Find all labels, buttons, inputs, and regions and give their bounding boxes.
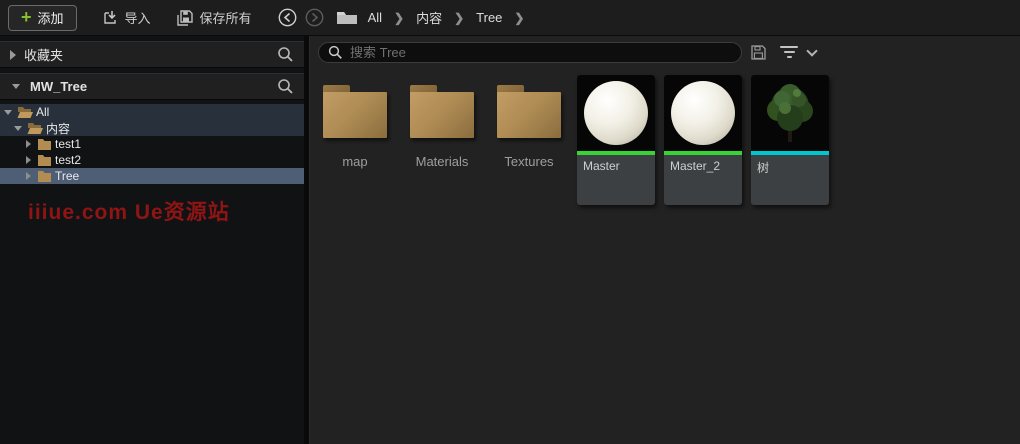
import-label: 导入 [124, 11, 151, 26]
folder-icon [37, 154, 52, 166]
tree-item-label: test2 [55, 153, 82, 167]
forward-button[interactable] [305, 8, 324, 27]
breadcrumb-item-all[interactable]: All [368, 10, 382, 25]
history-nav [278, 8, 358, 27]
folder-name: map [342, 154, 368, 169]
folder-icon [37, 170, 52, 182]
tree-item-label: Tree [55, 169, 80, 183]
folder-name: Textures [504, 154, 554, 169]
save-all-icon [176, 9, 193, 26]
material-sphere-preview [584, 81, 648, 145]
tree-preview [767, 84, 813, 142]
breadcrumb-chevron-icon: ❯ [394, 10, 405, 25]
chevron-down-icon [4, 109, 12, 115]
chevron-right-icon [10, 49, 16, 60]
asset-item-master[interactable]: Master [577, 75, 655, 205]
filter-icon[interactable] [780, 46, 798, 58]
asset-item-tree-mesh[interactable]: 树 [751, 75, 829, 205]
folder-item-textures[interactable]: Textures [490, 75, 568, 169]
chevron-down-icon [14, 125, 22, 131]
mesh-thumbnail [751, 75, 829, 151]
asset-name: 树 [757, 161, 770, 175]
open-folder-icon [17, 106, 33, 119]
material-thumbnail [577, 75, 655, 151]
collection-label: MW_Tree [30, 79, 88, 94]
breadcrumb: All ❯ 内容 ❯ Tree ❯ [368, 8, 525, 27]
import-button[interactable]: 导入 [103, 8, 151, 27]
search-icon[interactable] [277, 46, 294, 63]
chevron-down-icon[interactable] [806, 44, 818, 57]
sidebar: 收藏夹 MW_Tree All 内容 test1 test2 Tree iiiu… [0, 36, 304, 444]
tree-item-all[interactable]: All [0, 104, 304, 120]
import-icon [103, 10, 118, 25]
search-icon[interactable] [277, 78, 294, 95]
folder-item-materials[interactable]: Materials [403, 75, 481, 169]
folder-tree: All 内容 test1 test2 Tree [0, 104, 304, 184]
save-all-label: 保存所有 [199, 11, 252, 26]
save-search-icon[interactable] [751, 44, 766, 60]
asset-panel: map Materials Textures [310, 36, 1020, 444]
save-all-button[interactable]: 保存所有 [176, 8, 252, 27]
asset-name: Master_2 [670, 159, 721, 173]
folder-item-map[interactable]: map [316, 75, 394, 169]
tree-item-test2[interactable]: test2 [0, 152, 304, 168]
chevron-right-icon [26, 156, 31, 164]
tree-item-tree-selected[interactable]: Tree [0, 168, 304, 184]
breadcrumb-chevron-icon: ❯ [514, 10, 525, 25]
asset-item-master-2[interactable]: Master_2 [664, 75, 742, 205]
folder-icon [497, 85, 561, 142]
breadcrumb-chevron-icon: ❯ [454, 10, 465, 25]
add-button-label: 添加 [37, 11, 64, 26]
content-browser: + 添加 导入 保存所有 All ❯ 内容 ❯ Tree ❯ 收藏夹 MW_Tr… [0, 0, 1020, 444]
back-button[interactable] [278, 8, 297, 27]
folder-icon [37, 138, 52, 150]
folder-icon [323, 85, 387, 142]
search-row [310, 36, 1020, 68]
tree-item-label: test1 [55, 137, 82, 151]
search-icon [328, 45, 343, 60]
search-input[interactable] [350, 44, 732, 60]
chevron-right-icon [26, 172, 31, 180]
asset-grid: map Materials Textures Master Master_2 树 [310, 68, 1020, 205]
folder-name: Materials [415, 154, 469, 169]
search-bar[interactable] [318, 41, 742, 63]
tree-item-content[interactable]: 内容 [0, 120, 304, 136]
chevron-down-icon [12, 84, 20, 89]
material-thumbnail [664, 75, 742, 151]
asset-name: Master [583, 159, 620, 173]
folder-path-icon [336, 10, 358, 26]
plus-icon: + [21, 6, 32, 27]
tree-item-label: 内容 [46, 121, 71, 136]
favorites-label: 收藏夹 [24, 48, 64, 63]
material-sphere-preview [671, 81, 735, 145]
watermark-text: iiiue.com Ue资源站 [28, 201, 230, 224]
favorites-header[interactable]: 收藏夹 [0, 41, 304, 68]
chevron-right-icon [26, 140, 31, 148]
tree-item-test1[interactable]: test1 [0, 136, 304, 152]
breadcrumb-item-tree[interactable]: Tree [476, 10, 502, 25]
toolbar: + 添加 导入 保存所有 All ❯ 内容 ❯ Tree ❯ [0, 0, 1020, 36]
add-button[interactable]: + 添加 [8, 4, 77, 31]
tree-item-label: All [36, 105, 50, 119]
collection-header[interactable]: MW_Tree [0, 73, 304, 100]
folder-icon [410, 85, 474, 142]
breadcrumb-item-content[interactable]: 内容 [416, 8, 442, 27]
open-folder-icon [27, 122, 43, 135]
